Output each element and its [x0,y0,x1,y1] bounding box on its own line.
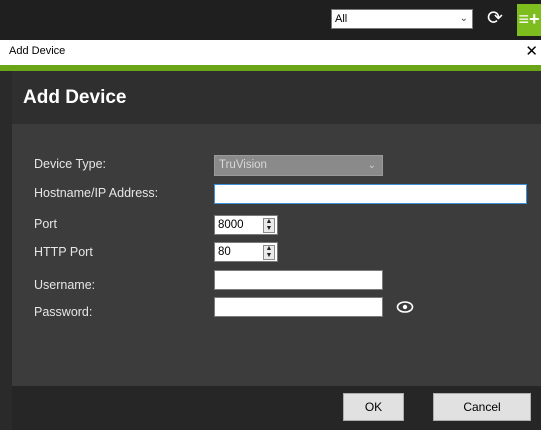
window-titlebar: Add Device ✕ [0,40,541,65]
chevron-down-icon: ⌄ [367,160,376,171]
port-stepper[interactable]: 8000 ▲ ▼ [214,215,278,235]
port-value: 8000 [218,219,244,231]
hostname-input[interactable] [214,184,527,204]
ok-button[interactable]: OK [343,393,404,421]
dialog-header: Add Device [12,71,541,124]
spin-icon[interactable]: ▲ ▼ [263,218,275,233]
http-port-label: HTTP Port [34,245,93,259]
left-panel-strip [0,71,12,430]
device-type-select[interactable]: TruVision ⌄ [214,155,383,176]
dialog-heading: Add Device [23,87,127,108]
top-toolbar: All ⌄ ⟳ ≡+ [0,0,541,40]
window-title: Add Device [9,45,66,57]
http-port-value: 80 [218,246,231,258]
hostname-label: Hostname/IP Address: [34,186,159,200]
refresh-icon[interactable]: ⟳ [484,8,506,30]
device-type-label: Device Type: [34,157,107,171]
username-label: Username: [34,278,96,292]
password-input[interactable] [214,297,383,317]
spin-icon[interactable]: ▲ ▼ [263,245,275,260]
close-icon[interactable]: ✕ [525,42,538,60]
add-list-icon[interactable]: ≡+ [517,4,541,36]
filter-dropdown[interactable]: All ⌄ [331,9,473,29]
chevron-down-icon: ⌄ [459,13,468,24]
eye-icon[interactable] [396,300,414,314]
filter-dropdown-value: All [335,13,348,25]
device-type-value: TruVision [219,159,267,171]
port-label: Port [34,217,57,231]
username-input[interactable] [214,270,383,290]
password-label: Password: [34,305,93,319]
http-port-stepper[interactable]: 80 ▲ ▼ [214,242,278,262]
cancel-button[interactable]: Cancel [433,393,531,421]
